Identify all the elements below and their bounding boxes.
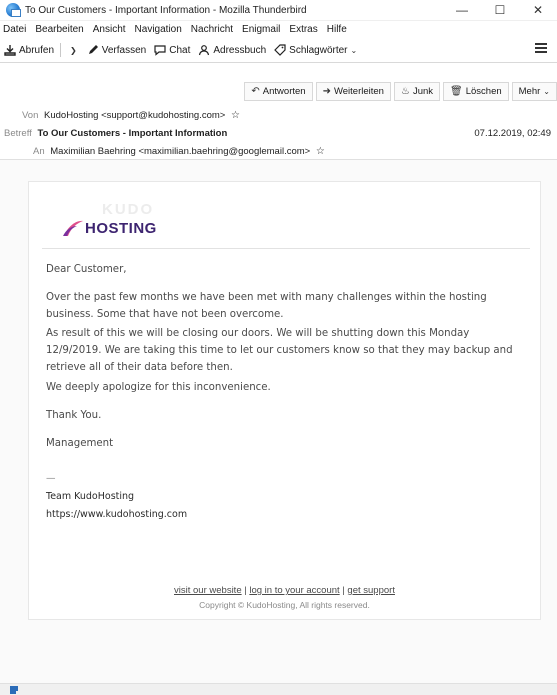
toolbar-divider <box>60 43 62 57</box>
chat-icon <box>154 45 166 56</box>
pencil-icon <box>88 45 98 54</box>
paragraph-3: We deeply apologize for this inconvenien… <box>46 382 271 393</box>
footer-links: visit our website | log in to your accou… <box>29 585 540 596</box>
menu-datei[interactable]: Datei <box>3 24 26 35</box>
menu-extras[interactable]: Extras <box>289 24 317 35</box>
chevron-down-icon: ❯ <box>70 45 77 55</box>
forward-button[interactable]: ➜ Weiterleiten <box>315 82 391 101</box>
window-title: To Our Customers - Important Information… <box>25 4 307 16</box>
chevron-down-icon: ⌄ <box>350 45 358 55</box>
junk-icon: ♨ <box>400 86 410 97</box>
tags-button[interactable]: Schlagwörter ⌄ <box>274 40 357 60</box>
fetch-button[interactable]: Abrufen <box>4 40 54 60</box>
delete-button[interactable]: 🗑 Löschen <box>443 82 509 101</box>
app-menu-icon[interactable] <box>535 43 547 53</box>
signature-url[interactable]: https://www.kudohosting.com <box>46 509 187 520</box>
compose-button[interactable]: Verfassen <box>87 40 146 60</box>
addressbook-label: Adressbuch <box>213 44 267 56</box>
fetch-dropdown[interactable]: ❯ <box>67 40 77 60</box>
menu-enigmail[interactable]: Enigmail <box>242 24 280 35</box>
menu-bearbeiten[interactable]: Bearbeiten <box>35 24 83 35</box>
menu-ansicht[interactable]: Ansicht <box>93 24 126 35</box>
logo-header: KUDO HOSTING <box>42 193 530 249</box>
tag-icon <box>274 44 286 56</box>
from-value[interactable]: KudoHosting <support@kudohosting.com> <box>44 110 225 121</box>
greeting: Dear Customer, <box>46 264 127 275</box>
management-line: Management <box>46 438 114 449</box>
subject-row: Betreff To Our Customers - Important Inf… <box>4 128 227 139</box>
message-date: 07.12.2019, 02:49 <box>474 128 551 139</box>
junk-label: Junk <box>412 86 434 97</box>
login-account-link[interactable]: log in to your account <box>249 585 339 596</box>
chat-label: Chat <box>169 44 191 56</box>
tags-label: Schlagwörter <box>289 44 348 56</box>
compose-label: Verfassen <box>101 44 147 56</box>
thunderbird-icon <box>6 3 21 17</box>
more-button[interactable]: Mehr ⌄ <box>511 82 557 101</box>
from-label: Von <box>22 110 39 121</box>
message-header: ↶ Antworten ➜ Weiterleiten ♨ Junk 🗑 Löschen … <box>0 63 557 160</box>
maximize-button[interactable]: ☐ <box>481 0 519 21</box>
more-label: Mehr <box>518 86 541 97</box>
contacts-icon <box>199 45 210 56</box>
to-value[interactable]: Maximilian Baehring <maximilian.baehring… <box>50 146 310 157</box>
message-body: KUDO HOSTING Dear Customer, Over the pas… <box>0 160 557 683</box>
paragraph-2: As result of this we will be closing our… <box>46 328 513 373</box>
forward-label: Weiterleiten <box>333 86 384 97</box>
copyright: Copyright © KudoHosting, All rights rese… <box>199 600 370 610</box>
paragraph-1: Over the past few months we have been me… <box>46 292 487 320</box>
reply-button[interactable]: ↶ Antworten <box>244 82 313 101</box>
logo-text: HOSTING <box>85 220 157 237</box>
footer-separator: | <box>342 585 345 596</box>
forward-icon: ➜ <box>322 86 331 97</box>
reply-label: Antworten <box>262 86 306 97</box>
signature-team: Team KudoHosting <box>46 491 135 502</box>
get-support-link[interactable]: get support <box>347 585 395 596</box>
footer-separator: | <box>244 585 247 596</box>
kudo-logo-icon <box>63 220 83 236</box>
reply-icon: ↶ <box>251 86 260 97</box>
star-icon[interactable]: ☆ <box>231 110 240 121</box>
email-card: KUDO HOSTING Dear Customer, Over the pas… <box>28 181 541 620</box>
connection-status-icon <box>10 686 20 695</box>
chevron-down-icon: ⌄ <box>543 87 550 96</box>
from-row: Von KudoHosting <support@kudohosting.com… <box>22 110 240 121</box>
fetch-label: Abrufen <box>19 44 55 56</box>
addressbook-button[interactable]: Adressbuch <box>198 40 266 60</box>
visit-website-link[interactable]: visit our website <box>174 585 242 596</box>
menu-bar: Datei Bearbeiten Ansicht Navigation Nach… <box>0 21 557 38</box>
thanks-line: Thank You. <box>46 410 102 421</box>
title-bar: To Our Customers - Important Information… <box>0 0 557 21</box>
menu-navigation[interactable]: Navigation <box>135 24 182 35</box>
minimize-button[interactable]: — <box>443 0 481 21</box>
download-icon <box>4 45 16 56</box>
trash-icon: 🗑 <box>450 86 463 97</box>
status-bar <box>0 683 557 695</box>
close-button[interactable]: ✕ <box>519 0 557 21</box>
menu-hilfe[interactable]: Hilfe <box>327 24 347 35</box>
main-toolbar: Abrufen ❯ Verfassen Chat Adressbuch Schl… <box>0 38 557 63</box>
to-row: An Maximilian Baehring <maximilian.baehr… <box>33 146 325 157</box>
menu-nachricht[interactable]: Nachricht <box>191 24 233 35</box>
star-icon[interactable]: ☆ <box>316 146 325 157</box>
logo-watermark: KUDO <box>102 201 155 218</box>
subject-label: Betreff <box>4 128 32 139</box>
subject-value: To Our Customers - Important Information <box>37 128 228 139</box>
delete-label: Löschen <box>465 86 502 97</box>
chat-button[interactable]: Chat <box>154 40 190 60</box>
junk-button[interactable]: ♨ Junk <box>393 82 441 101</box>
message-actions: ↶ Antworten ➜ Weiterleiten ♨ Junk 🗑 Löschen … <box>241 82 557 101</box>
to-label: An <box>33 146 45 157</box>
signature-separator: — <box>46 473 56 484</box>
